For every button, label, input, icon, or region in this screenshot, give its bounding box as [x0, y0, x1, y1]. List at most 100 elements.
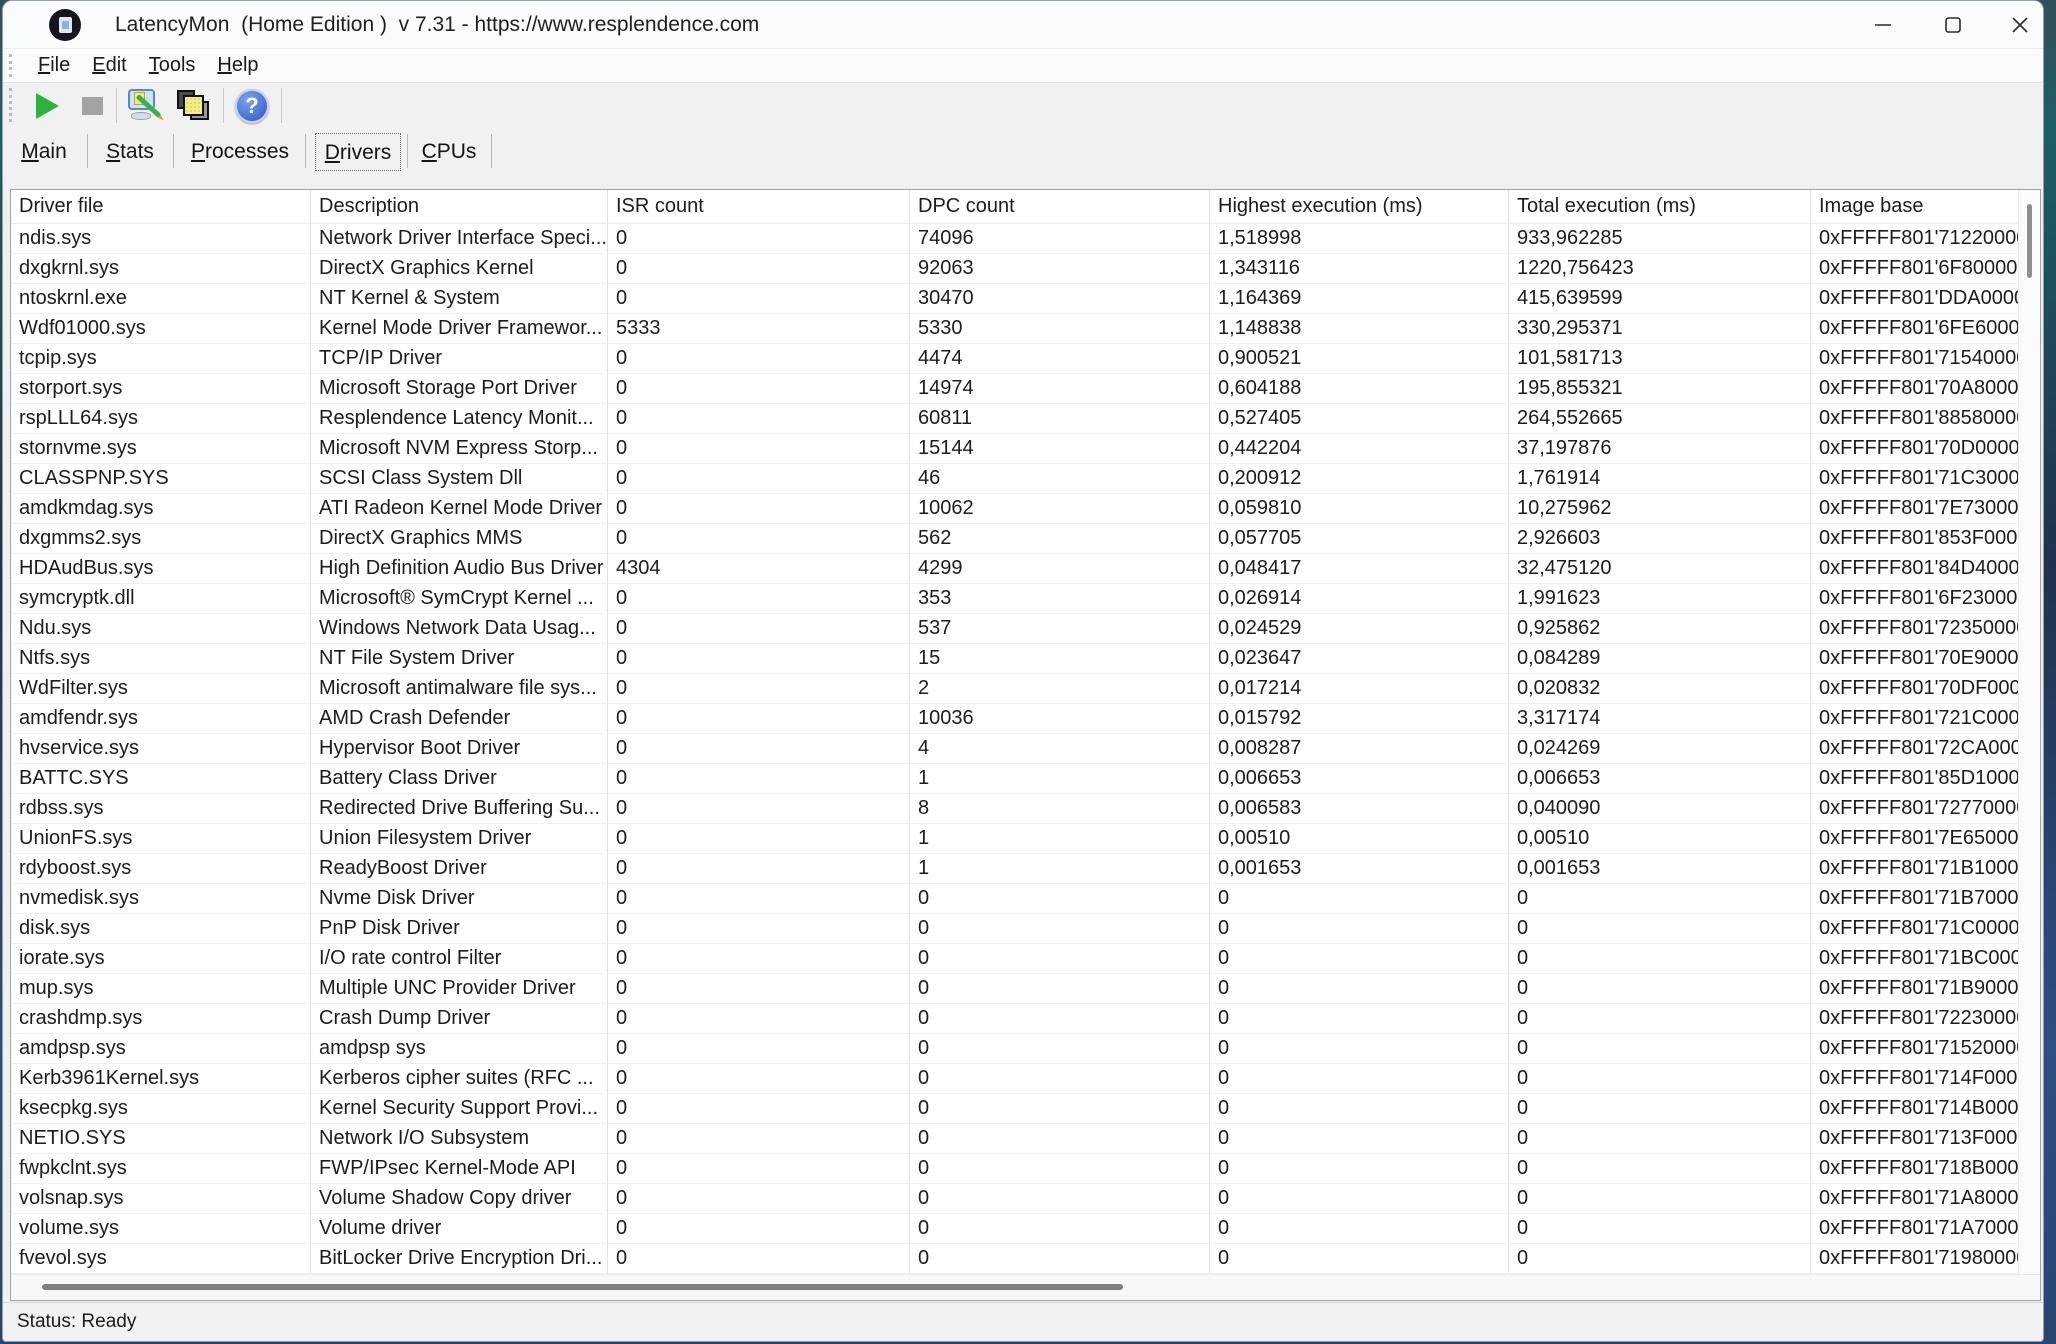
- horizontal-scrollbar[interactable]: [11, 1274, 2040, 1300]
- table-row[interactable]: NETIO.SYSNetwork I/O Subsystem00000xFFFF…: [11, 1124, 2040, 1154]
- table-row[interactable]: storport.sysMicrosoft Storage Port Drive…: [11, 374, 2040, 404]
- table-row[interactable]: amdpsp.sysamdpsp sys00000xFFFFF801'71520…: [11, 1034, 2040, 1064]
- cell: 0xFFFFF801'72350000: [1811, 614, 2022, 644]
- table-row[interactable]: ksecpkg.sysKernel Security Support Provi…: [11, 1094, 2040, 1124]
- toolbar-separator: [116, 88, 117, 123]
- cell: ntoskrnl.exe: [11, 284, 311, 314]
- cell: fwpkclnt.sys: [11, 1154, 311, 1184]
- cell: AMD Crash Defender: [311, 704, 608, 734]
- table-row[interactable]: crashdmp.sysCrash Dump Driver00000xFFFFF…: [11, 1004, 2040, 1034]
- cell: 0xFFFFF801'70D00000: [1811, 434, 2022, 464]
- table-row[interactable]: fwpkclnt.sysFWP/IPsec Kernel-Mode API000…: [11, 1154, 2040, 1184]
- cell: BitLocker Drive Encryption Dri...: [311, 1244, 608, 1274]
- copy-button[interactable]: [173, 87, 215, 124]
- cell: symcryptk.dll: [11, 584, 311, 614]
- maximize-button[interactable]: [1922, 1, 1984, 48]
- menu-tools[interactable]: Tools: [138, 49, 207, 82]
- title-bar[interactable]: LatencyMon (Home Edition ) v 7.31 - http…: [3, 1, 2043, 48]
- tab-main[interactable]: Main: [11, 133, 77, 171]
- tab-stats[interactable]: Stats: [95, 133, 165, 171]
- table-row[interactable]: dxgkrnl.sysDirectX Graphics Kernel092063…: [11, 254, 2040, 284]
- cell: 92063: [910, 254, 1210, 284]
- cell: 0: [608, 674, 910, 704]
- cell: Kerberos cipher suites (RFC ...: [311, 1064, 608, 1094]
- cell: 0,048417: [1210, 554, 1509, 584]
- menu-help[interactable]: Help: [206, 49, 269, 82]
- table-row[interactable]: CLASSPNP.SYSSCSI Class System Dll0460,20…: [11, 464, 2040, 494]
- toolbar-gripper[interactable]: [9, 88, 12, 122]
- table-row[interactable]: symcryptk.dllMicrosoft® SymCrypt Kernel …: [11, 584, 2040, 614]
- table-row[interactable]: Kerb3961Kernel.sysKerberos cipher suites…: [11, 1064, 2040, 1094]
- table-row[interactable]: tcpip.sysTCP/IP Driver044740,900521101,5…: [11, 344, 2040, 374]
- cell: 4304: [608, 554, 910, 584]
- cell: BATTC.SYS: [11, 764, 311, 794]
- cell: WdFilter.sys: [11, 674, 311, 704]
- column-header[interactable]: ISR count: [608, 190, 910, 224]
- menu-edit[interactable]: Edit: [81, 49, 137, 82]
- column-header[interactable]: Image base: [1811, 190, 2022, 224]
- cell: 2,926603: [1509, 524, 1811, 554]
- table-row[interactable]: mup.sysMultiple UNC Provider Driver00000…: [11, 974, 2040, 1004]
- cell: iorate.sys: [11, 944, 311, 974]
- cell: 10062: [910, 494, 1210, 524]
- menu-file[interactable]: File: [27, 49, 81, 82]
- table-row[interactable]: ntoskrnl.exeNT Kernel & System0304701,16…: [11, 284, 2040, 314]
- start-monitor-button[interactable]: [29, 87, 65, 124]
- table-row[interactable]: rdbss.sysRedirected Drive Buffering Su..…: [11, 794, 2040, 824]
- table-row[interactable]: HDAudBus.sysHigh Definition Audio Bus Dr…: [11, 554, 2040, 584]
- cell: 0,057705: [1210, 524, 1509, 554]
- tab-processes[interactable]: Processes: [181, 133, 299, 171]
- table-row[interactable]: WdFilter.sysMicrosoft antimalware file s…: [11, 674, 2040, 704]
- tab-separator: [407, 134, 408, 168]
- column-header[interactable]: Highest execution (ms): [1210, 190, 1509, 224]
- cell: CLASSPNP.SYS: [11, 464, 311, 494]
- table-row[interactable]: fvevol.sysBitLocker Drive Encryption Dri…: [11, 1244, 2040, 1274]
- table-row[interactable]: iorate.sysI/O rate control Filter00000xF…: [11, 944, 2040, 974]
- vertical-scrollbar[interactable]: [2018, 190, 2040, 1274]
- column-header[interactable]: Total execution (ms): [1509, 190, 1811, 224]
- cell: Kernel Security Support Provi...: [311, 1094, 608, 1124]
- column-header[interactable]: DPC count: [910, 190, 1210, 224]
- toolbar-separator: [281, 88, 282, 123]
- table-row[interactable]: BATTC.SYSBattery Class Driver010,0066530…: [11, 764, 2040, 794]
- cell: 0,084289: [1509, 644, 1811, 674]
- table-row[interactable]: nvmedisk.sysNvme Disk Driver00000xFFFFF8…: [11, 884, 2040, 914]
- table-row[interactable]: volsnap.sysVolume Shadow Copy driver0000…: [11, 1184, 2040, 1214]
- table-row[interactable]: hvservice.sysHypervisor Boot Driver040,0…: [11, 734, 2040, 764]
- status-text: Status: Ready: [17, 1311, 136, 1332]
- table-row[interactable]: dxgmms2.sysDirectX Graphics MMS05620,057…: [11, 524, 2040, 554]
- tab-drivers[interactable]: Drivers: [315, 133, 401, 171]
- table-row[interactable]: amdfendr.sysAMD Crash Defender0100360,01…: [11, 704, 2040, 734]
- cell: 0: [608, 254, 910, 284]
- cell: dxgkrnl.sys: [11, 254, 311, 284]
- table-row[interactable]: stornvme.sysMicrosoft NVM Express Storp.…: [11, 434, 2040, 464]
- stop-monitor-button[interactable]: [75, 87, 109, 124]
- table-row[interactable]: disk.sysPnP Disk Driver00000xFFFFF801'71…: [11, 914, 2040, 944]
- v-scroll-thumb[interactable]: [2027, 204, 2032, 278]
- cell: 0xFFFFF801'721C0000: [1811, 704, 2022, 734]
- table-row[interactable]: rdyboost.sysReadyBoost Driver010,0016530…: [11, 854, 2040, 884]
- table-row[interactable]: Ntfs.sysNT File System Driver0150,023647…: [11, 644, 2040, 674]
- table-row[interactable]: UnionFS.sysUnion Filesystem Driver010,00…: [11, 824, 2040, 854]
- help-button[interactable]: ?: [231, 87, 273, 124]
- cell: High Definition Audio Bus Driver: [311, 554, 608, 584]
- cell: Kerb3961Kernel.sys: [11, 1064, 311, 1094]
- table-row[interactable]: ndis.sysNetwork Driver Interface Speci..…: [11, 224, 2040, 254]
- table-row[interactable]: volume.sysVolume driver00000xFFFFF801'71…: [11, 1214, 2040, 1244]
- table-row[interactable]: Ndu.sysWindows Network Data Usag...05370…: [11, 614, 2040, 644]
- minimize-button[interactable]: [1852, 1, 1914, 48]
- table-row[interactable]: amdkmdag.sysATI Radeon Kernel Mode Drive…: [11, 494, 2040, 524]
- cell: Nvme Disk Driver: [311, 884, 608, 914]
- column-header[interactable]: Driver file: [11, 190, 311, 224]
- close-button[interactable]: [1992, 1, 2044, 48]
- column-header[interactable]: Description: [311, 190, 608, 224]
- menu-gripper[interactable]: [9, 54, 12, 77]
- cell: hvservice.sys: [11, 734, 311, 764]
- cell: Kernel Mode Driver Framewor...: [311, 314, 608, 344]
- h-scroll-thumb[interactable]: [42, 1284, 1123, 1290]
- cell: 562: [910, 524, 1210, 554]
- system-report-button[interactable]: [124, 87, 168, 124]
- table-row[interactable]: Wdf01000.sysKernel Mode Driver Framewor.…: [11, 314, 2040, 344]
- table-row[interactable]: rspLLL64.sysResplendence Latency Monit..…: [11, 404, 2040, 434]
- tab-cpus[interactable]: CPUs: [415, 133, 483, 171]
